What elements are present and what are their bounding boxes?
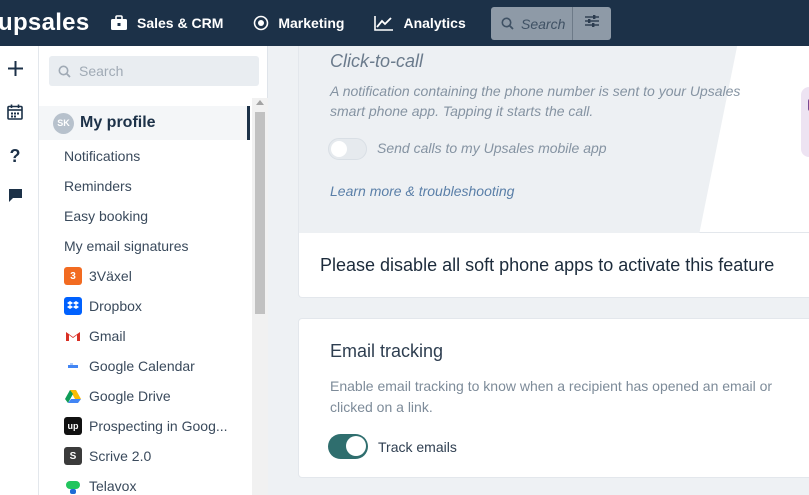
sidebar-item-gmail[interactable]: Gmail <box>64 326 126 346</box>
avatar: SK <box>53 112 74 134</box>
google-drive-icon <box>64 387 82 405</box>
track-emails-toggle[interactable] <box>328 434 368 459</box>
target-icon <box>253 15 269 31</box>
nav-marketing-label: Marketing <box>278 15 345 31</box>
google-calendar-icon <box>64 357 82 375</box>
toggle-knob <box>331 141 347 157</box>
sidebar-item-label: Telavox <box>89 478 137 494</box>
email-tracking-title: Email tracking <box>330 341 444 361</box>
sidebar-item-label: My profile <box>80 114 156 131</box>
sidebar-item-notifications[interactable]: Notifications <box>64 146 140 166</box>
top-navigation-bar: upsales Sales & CRM Marketing Analytics … <box>0 0 809 46</box>
sidebar-item-label: 3Växel <box>89 268 132 284</box>
chat-icon <box>8 188 23 208</box>
nav-sales-crm-label: Sales & CRM <box>137 15 224 31</box>
upsales-logo[interactable]: upsales <box>0 9 110 37</box>
nav-sales-crm[interactable]: Sales & CRM <box>110 0 223 46</box>
sidebar-item-label: Gmail <box>89 328 126 344</box>
search-filter-button[interactable] <box>572 7 611 40</box>
settings-main-content: Click-to-call A notification containing … <box>269 46 809 495</box>
email-tracking-card: Email tracking Enable email tracking to … <box>298 318 809 478</box>
sidebar-item-label: Google Calendar <box>89 358 195 374</box>
sidebar-item-google-drive[interactable]: Google Drive <box>64 386 171 406</box>
sidebar-item-telavox[interactable]: Telavox <box>64 476 136 495</box>
click-to-call-title: Click-to-call <box>330 51 424 71</box>
sidebar-item-reminders[interactable]: Reminders <box>64 176 132 196</box>
sidebar-item-easy-booking[interactable]: Easy booking <box>64 206 148 226</box>
sidebar-item-email-signatures[interactable]: My email signatures <box>64 236 189 256</box>
dropbox-icon <box>64 297 82 315</box>
sidebar-item-my-profile[interactable]: SK My profile <box>39 106 250 140</box>
click-to-call-description: A notification containing the phone numb… <box>330 83 741 119</box>
nav-marketing[interactable]: Marketing <box>253 0 344 46</box>
learn-more-link[interactable]: Learn more & troubleshooting <box>330 183 514 199</box>
sidebar-item-scrive[interactable]: S Scrive 2.0 <box>64 446 151 466</box>
prospecting-icon: up <box>64 417 82 435</box>
gmail-icon <box>64 327 82 345</box>
send-calls-toggle-label: Send calls to my Upsales mobile app <box>377 140 607 156</box>
scrive-icon: S <box>64 447 82 465</box>
soft-phone-warning-banner: Please disable all soft phone apps to ac… <box>298 233 809 298</box>
help-icon: ? <box>9 145 21 166</box>
telavox-icon <box>64 477 82 495</box>
sidebar-item-dropbox[interactable]: Dropbox <box>64 296 142 316</box>
briefcase-icon <box>110 15 128 31</box>
sidebar-search-placeholder: Search <box>79 63 124 79</box>
global-search-input[interactable]: Search <box>491 7 572 40</box>
sliders-icon <box>584 14 600 33</box>
sidebar-item-label: Dropbox <box>89 298 142 314</box>
create-new-button[interactable] <box>0 56 30 86</box>
sidebar-search-input[interactable]: Search <box>49 56 259 86</box>
quick-action-rail: ? <box>0 46 39 495</box>
calendar-button[interactable] <box>0 99 30 129</box>
settings-sidebar: Search SK My profile Notifications Remin… <box>39 46 268 495</box>
sidebar-scrollbar[interactable] <box>252 98 268 495</box>
sidebar-item-prospecting[interactable]: up Prospecting in Goog... <box>64 416 228 436</box>
track-emails-toggle-label: Track emails <box>378 439 457 455</box>
plus-icon <box>7 60 24 82</box>
sidebar-item-google-calendar[interactable]: Google Calendar <box>64 356 195 376</box>
chat-button[interactable] <box>0 183 30 213</box>
sidebar-item-3vaxel[interactable]: 3 3Växel <box>64 266 132 286</box>
scroll-up-arrow-icon[interactable] <box>256 100 264 105</box>
nav-analytics[interactable]: Analytics <box>374 0 466 46</box>
send-calls-toggle[interactable] <box>328 138 367 160</box>
3vaxel-icon: 3 <box>64 267 82 285</box>
toggle-knob <box>346 436 366 456</box>
click-to-call-card: Click-to-call A notification containing … <box>298 46 809 233</box>
search-icon <box>501 17 514 30</box>
calendar-icon <box>7 104 23 125</box>
sidebar-item-label: Prospecting in Goog... <box>89 418 228 434</box>
sidebar-item-label: Google Drive <box>89 388 171 404</box>
email-tracking-description: Enable email tracking to know when a rec… <box>330 378 773 415</box>
global-search-placeholder: Search <box>521 15 566 32</box>
help-button[interactable]: ? <box>0 141 30 171</box>
sidebar-item-label: Scrive 2.0 <box>89 448 152 464</box>
soft-phone-warning-text: Please disable all soft phone apps to ac… <box>320 255 775 275</box>
chart-line-icon <box>374 15 394 31</box>
search-icon <box>58 65 71 78</box>
phone-illustration <box>801 87 809 157</box>
scrollbar-thumb[interactable] <box>255 112 265 314</box>
nav-analytics-label: Analytics <box>403 15 466 31</box>
